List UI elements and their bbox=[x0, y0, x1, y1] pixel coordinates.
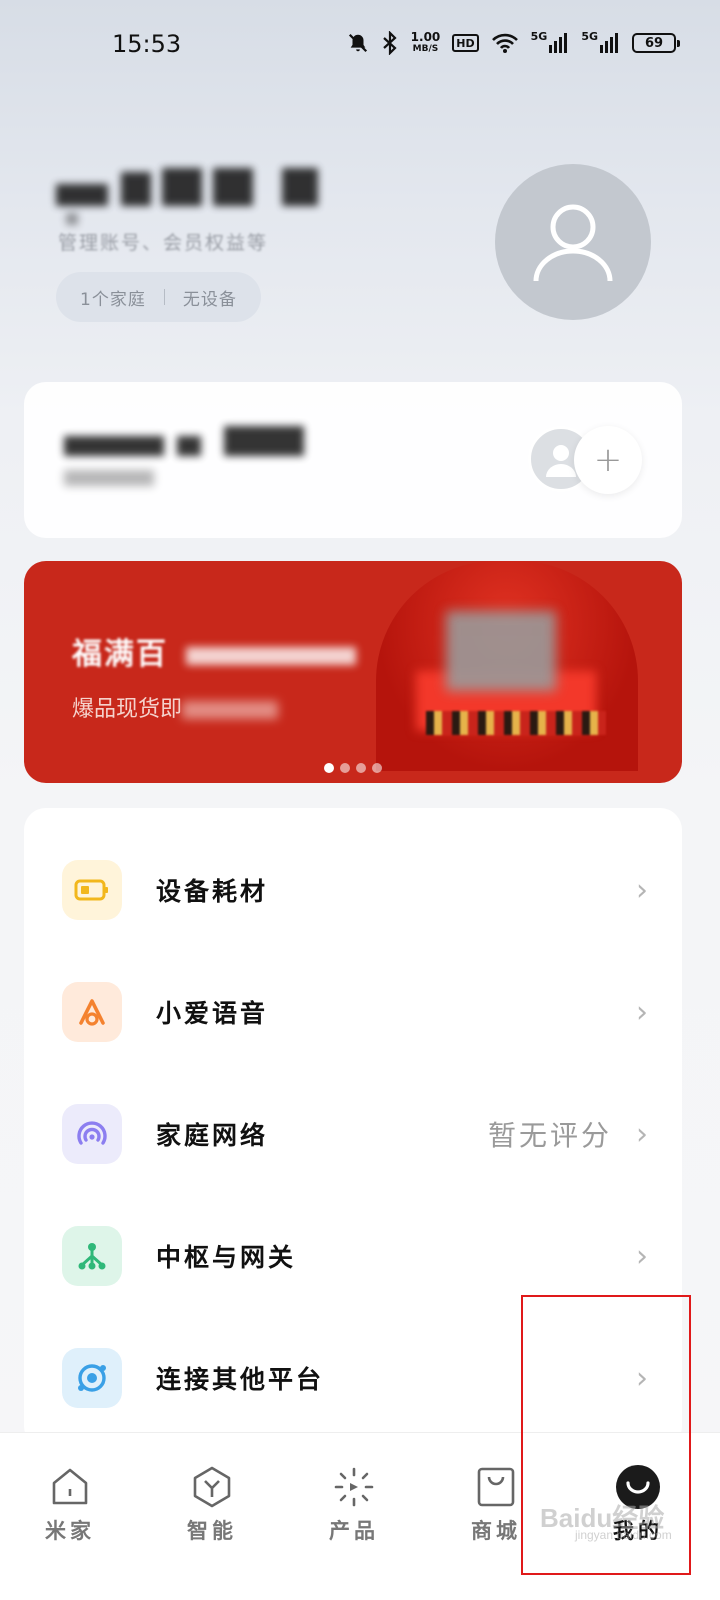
chevron-right-icon: › bbox=[636, 994, 648, 1030]
page-dot bbox=[356, 763, 366, 773]
menu-item-xiaoai[interactable]: 小爱语音 › bbox=[24, 952, 682, 1072]
home-summary-chip[interactable]: 1个家庭 无设备 bbox=[56, 272, 261, 322]
profile-name-redacted[interactable] bbox=[56, 168, 336, 225]
chevron-right-icon: › bbox=[636, 1116, 648, 1152]
user-icon bbox=[533, 204, 613, 282]
family-count: 1个家庭 bbox=[80, 289, 146, 310]
network-label-2: 5G bbox=[581, 30, 598, 43]
hub-icon bbox=[62, 1226, 122, 1286]
nav-label: 商城 bbox=[471, 1518, 521, 1543]
speed-value: 1.00 bbox=[410, 30, 441, 44]
menu-label: 设备耗材 bbox=[156, 877, 269, 906]
chip-divider bbox=[163, 289, 165, 305]
signal-icon-2: 5G bbox=[581, 30, 620, 56]
banner-subtitle: 爆品现货即 bbox=[72, 691, 279, 723]
network-rating-value: 暂无评分 bbox=[487, 1119, 612, 1152]
nav-label: 智能 bbox=[187, 1518, 237, 1543]
menu-label: 家庭网络 bbox=[156, 1121, 269, 1150]
nav-label: 产品 bbox=[329, 1518, 379, 1543]
plus-icon: + bbox=[593, 440, 623, 480]
hd-icon: HD bbox=[452, 34, 479, 52]
bluetooth-icon bbox=[381, 30, 399, 56]
nav-tab-products[interactable]: 产品 bbox=[294, 1465, 414, 1545]
menu-item-home-network[interactable]: 家庭网络 暂无评分 › bbox=[24, 1074, 682, 1194]
battery-indicator: 69 bbox=[632, 33, 680, 53]
menu-label: 中枢与网关 bbox=[156, 1243, 297, 1272]
banner-product-image bbox=[376, 561, 638, 771]
profile-subtitle: 管理账号、会员权益等 bbox=[58, 232, 269, 254]
banner-title-text: 福满百 bbox=[72, 637, 168, 672]
status-time: 15:53 bbox=[112, 30, 182, 58]
device-status: 无设备 bbox=[182, 289, 237, 310]
mute-icon bbox=[347, 30, 369, 56]
family-name-redacted bbox=[64, 426, 314, 462]
profile-avatar[interactable] bbox=[495, 164, 651, 320]
menu-item-consumables[interactable]: 设备耗材 › bbox=[24, 830, 682, 950]
add-member-button[interactable]: + bbox=[574, 426, 642, 494]
signal-icon: 5G bbox=[531, 30, 570, 56]
nav-tab-home[interactable]: 米家 bbox=[10, 1465, 130, 1545]
banner-title: 福满百 bbox=[72, 629, 357, 673]
annotation-highlight-box bbox=[521, 1295, 691, 1575]
product-icon bbox=[334, 1467, 374, 1507]
menu-label: 小爱语音 bbox=[156, 999, 269, 1028]
network-icon bbox=[62, 1104, 122, 1164]
page-dot bbox=[324, 763, 334, 773]
nav-label: 米家 bbox=[45, 1518, 95, 1543]
menu-label: 连接其他平台 bbox=[156, 1365, 325, 1394]
battery-icon bbox=[62, 860, 122, 920]
page-dot bbox=[340, 763, 350, 773]
smart-icon bbox=[193, 1466, 231, 1508]
network-label: 5G bbox=[530, 30, 548, 43]
banner-subtitle-text: 爆品现货即 bbox=[72, 697, 183, 722]
home-icon bbox=[52, 1468, 88, 1505]
xiaoai-icon bbox=[62, 982, 122, 1042]
chevron-right-icon: › bbox=[636, 1238, 648, 1274]
family-sub-redacted bbox=[64, 470, 154, 490]
status-icons: 1.00 MB/S HD 5G 5G 69 bbox=[347, 30, 680, 56]
chevron-right-icon: › bbox=[636, 872, 648, 908]
family-card[interactable]: + bbox=[24, 382, 682, 538]
shop-icon bbox=[477, 1467, 515, 1507]
page-dot bbox=[372, 763, 382, 773]
banner-pagination bbox=[324, 763, 382, 773]
connect-icon bbox=[62, 1348, 122, 1408]
network-speed: 1.00 MB/S bbox=[411, 30, 441, 56]
wifi-icon bbox=[491, 30, 519, 56]
nav-tab-smart[interactable]: 智能 bbox=[152, 1465, 272, 1545]
promo-banner[interactable]: 福满百 爆品现货即 bbox=[24, 561, 682, 783]
speed-unit: MB/S bbox=[412, 44, 439, 54]
status-bar: 15:53 1.00 MB/S HD 5G 5G 69 bbox=[0, 0, 720, 92]
